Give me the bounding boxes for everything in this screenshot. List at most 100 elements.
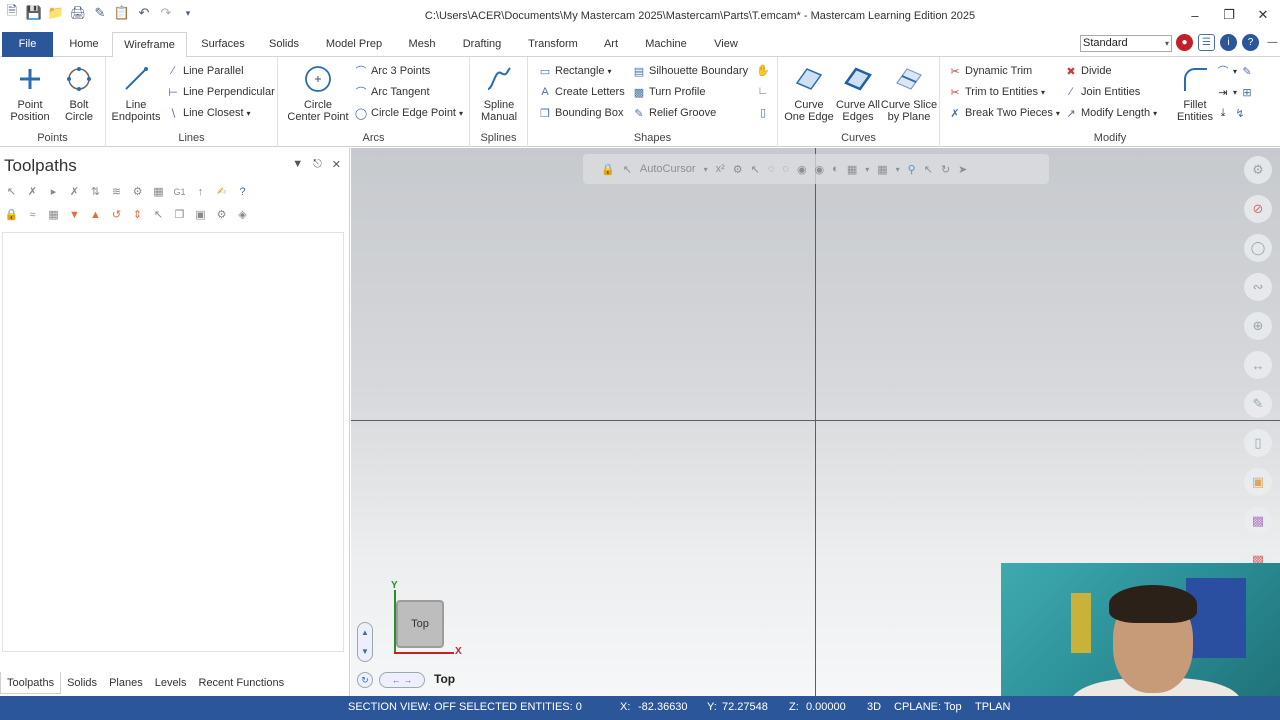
arrow-down-icon[interactable]: ▼	[361, 647, 369, 656]
lock-icon[interactable]: 🔒	[4, 207, 19, 222]
chevron-down-icon[interactable]: ▾	[865, 165, 869, 174]
move-up-icon[interactable]: ▲	[88, 207, 103, 222]
window-select-icon[interactable]: ◌	[782, 163, 789, 175]
arc-tangent-button[interactable]: ⌒ Arc Tangent	[354, 85, 430, 99]
line-closest-button[interactable]: ∖ Line Closest ▾	[166, 106, 250, 120]
tab-mesh[interactable]: Mesh	[402, 32, 442, 57]
create-letters-button[interactable]: A Create Letters	[538, 85, 624, 99]
chevron-down-icon[interactable]: ▾	[896, 165, 900, 174]
wand-icon[interactable]: ✍	[214, 184, 229, 199]
panel-tab-toolpaths[interactable]: Toolpaths	[0, 672, 62, 694]
gear-icon[interactable]: ⚙	[733, 163, 743, 176]
tab-art[interactable]: Art	[598, 32, 624, 57]
panel-close-icon[interactable]: ✕	[332, 158, 341, 171]
zoom-select-icon[interactable]: ⚲	[908, 163, 916, 176]
polygon-select-icon[interactable]: ◉	[797, 163, 807, 176]
modify-length-button[interactable]: ↗ Modify Length ▾	[1064, 106, 1157, 120]
help-circle-icon[interactable]: ?	[235, 184, 250, 199]
curve-all-edges-button[interactable]: Curve All Edges	[834, 63, 882, 123]
tab-transform[interactable]: Transform	[522, 32, 584, 57]
view-cube[interactable]: Top	[396, 600, 444, 648]
tplane-status[interactable]: TPLAN	[975, 701, 1010, 713]
highlight-icon[interactable]: ↖	[151, 207, 166, 222]
post-icon[interactable]: ▦	[151, 184, 166, 199]
panel-tab-recent-functions[interactable]: Recent Functions	[193, 672, 291, 694]
grid-icon[interactable]: ▦	[877, 163, 887, 176]
tab-surfaces[interactable]: Surfaces	[196, 32, 250, 57]
extend-button[interactable]: ⇥ ▾ ⊞	[1216, 85, 1254, 99]
fillet-chain-button[interactable]: ⌒ ▾ ✎	[1216, 64, 1254, 79]
configuration-select[interactable]: Standard ▾	[1080, 35, 1172, 52]
waves-icon[interactable]: ≈	[25, 207, 40, 222]
g1-icon[interactable]: G1	[172, 184, 187, 199]
refresh-icon[interactable]: ↻	[941, 163, 950, 176]
display-options-icon[interactable]: ▣	[193, 207, 208, 222]
dimension-icon[interactable]: ↔	[1244, 351, 1272, 379]
stop-icon[interactable]: ⊘	[1244, 195, 1272, 223]
tool-manager-icon[interactable]: ⚙	[214, 207, 229, 222]
rectangle-button[interactable]: ▭ Rectangle ▾	[538, 64, 612, 78]
snap-x-icon[interactable]: x²	[716, 163, 725, 175]
select-mode-icon[interactable]: ▦	[847, 163, 857, 176]
pointer-icon[interactable]: ↖	[924, 163, 933, 176]
end-select-icon[interactable]: ➤	[958, 163, 967, 176]
lock-icon[interactable]: 🔒	[601, 163, 615, 176]
curve-slice-by-plane-button[interactable]: Curve Slice by Plane	[880, 63, 938, 123]
curve-one-edge-button[interactable]: Curve One Edge	[782, 63, 836, 123]
divide-button[interactable]: ✖ Divide	[1064, 64, 1111, 78]
close-icon[interactable]: ✕	[1246, 0, 1280, 30]
line-perpendicular-button[interactable]: ⊢ Line Perpendicular	[166, 85, 275, 99]
shape-extra2-button[interactable]: ▯	[756, 105, 770, 119]
bounding-box-button[interactable]: ❐ Bounding Box	[538, 106, 623, 120]
tab-file[interactable]: File	[2, 32, 53, 57]
x-coord-value[interactable]: -82.36630	[638, 701, 688, 713]
pan-vertical-control[interactable]: ▲ ▼	[357, 622, 373, 662]
select-all-icon[interactable]: ↖	[4, 184, 19, 199]
tab-machine[interactable]: Machine	[638, 32, 694, 57]
collapse-ribbon-icon[interactable]: —	[1264, 34, 1280, 51]
info-icon[interactable]: i	[1220, 34, 1237, 51]
point-position-button[interactable]: Point Position	[6, 63, 54, 123]
relief-groove-button[interactable]: ✎ Relief Groove	[632, 106, 716, 120]
insert-arrow-icon[interactable]: ↺	[109, 207, 124, 222]
trim-to-entities-button[interactable]: ✂ Trim to Entities ▾	[948, 85, 1045, 99]
target-icon[interactable]: ⊕	[1244, 312, 1272, 340]
tab-view[interactable]: View	[706, 32, 746, 57]
pan-horizontal-control[interactable]: ← →	[379, 672, 425, 688]
regenerate-dirty-icon[interactable]: ✗	[67, 184, 82, 199]
circle-center-point-button[interactable]: Circle Center Point	[284, 63, 352, 123]
bolt-circle-button[interactable]: Bolt Circle	[58, 63, 100, 123]
panel-dropdown-icon[interactable]: ▼	[292, 158, 303, 171]
tab-drafting[interactable]: Drafting	[456, 32, 508, 57]
y-coord-value[interactable]: 72.27548	[722, 701, 768, 713]
toolpath-editor-icon[interactable]: ↑	[193, 184, 208, 199]
turn-profile-button[interactable]: ▩ Turn Profile	[632, 85, 706, 99]
chain-icon[interactable]: ◌	[768, 163, 775, 175]
tab-model-prep[interactable]: Model Prep	[318, 32, 390, 57]
pin-icon[interactable]: ⎋	[313, 158, 322, 171]
minimize-icon[interactable]: –	[1178, 0, 1212, 30]
layers-icon[interactable]: ▩	[1244, 507, 1272, 535]
help-icon[interactable]: ?	[1242, 34, 1259, 51]
select-arrow-icon[interactable]: ↖	[751, 163, 760, 176]
mode-status[interactable]: 3D	[867, 701, 881, 713]
backplot-icon[interactable]: ⇅	[88, 184, 103, 199]
vector-select-icon[interactable]: ◉	[815, 163, 825, 176]
break-two-pieces-button[interactable]: ✗ Break Two Pieces ▾	[948, 106, 1059, 120]
chevron-down-icon[interactable]: ▾	[704, 165, 708, 174]
curve-icon[interactable]: ∾	[1244, 273, 1272, 301]
settings-icon[interactable]: ⚙	[1244, 156, 1272, 184]
panel-tab-levels[interactable]: Levels	[149, 672, 193, 694]
arrow-up-icon[interactable]: ▲	[361, 628, 369, 637]
section-view-status[interactable]: SECTION VIEW: OFF	[348, 701, 456, 713]
line-endpoints-button[interactable]: Line Endpoints	[110, 63, 162, 123]
join-entities-button[interactable]: ∕ Join Entities	[1064, 85, 1140, 99]
z-coord-value[interactable]: 0.00000	[806, 701, 846, 713]
simulate-icon[interactable]: ⚙	[130, 184, 145, 199]
expand-icon[interactable]: ⇕	[130, 207, 145, 222]
copy-icon[interactable]: ❐	[172, 207, 187, 222]
tab-home[interactable]: Home	[60, 32, 108, 57]
panel-tab-planes[interactable]: Planes	[103, 672, 149, 694]
pencil-icon[interactable]: ✎	[1244, 390, 1272, 418]
box-icon[interactable]: ▣	[1244, 468, 1272, 496]
